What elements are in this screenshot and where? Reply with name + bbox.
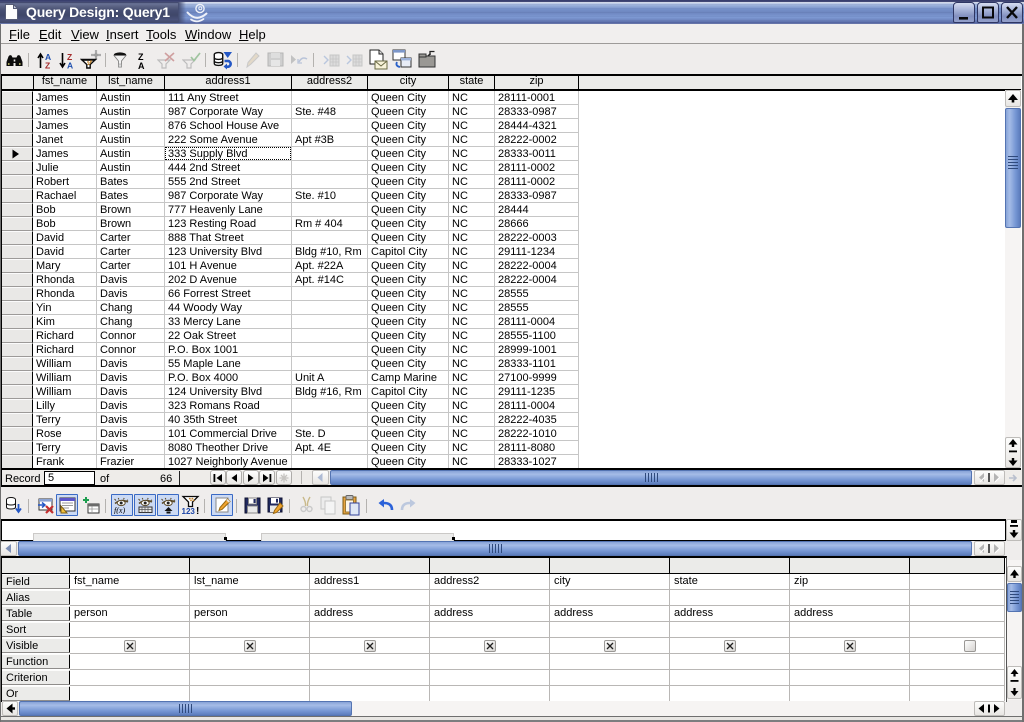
svg-text:f(x): f(x) bbox=[114, 506, 125, 514]
svg-text:A: A bbox=[67, 61, 73, 70]
svg-text:!: ! bbox=[196, 506, 199, 515]
svg-text:Z: Z bbox=[45, 61, 50, 70]
svg-text:A: A bbox=[138, 61, 145, 69]
svg-text:123: 123 bbox=[182, 507, 196, 515]
